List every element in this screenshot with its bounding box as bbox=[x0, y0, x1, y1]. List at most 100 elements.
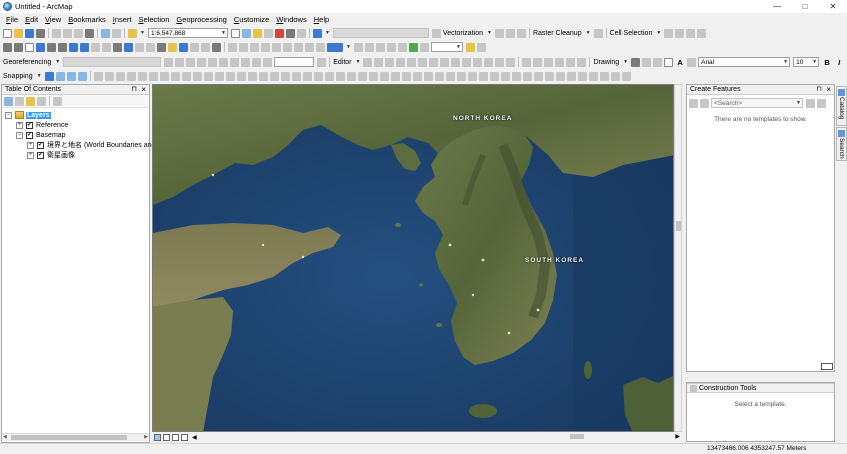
layer-tool-icon[interactable] bbox=[419, 42, 429, 52]
snapping-option-5-icon[interactable] bbox=[137, 71, 147, 81]
georef-tool-5-icon[interactable] bbox=[208, 57, 218, 67]
visibility-checkbox[interactable]: ✓ bbox=[26, 131, 33, 139]
expand-icon[interactable]: + bbox=[27, 151, 34, 159]
list-by-drawing-order-icon[interactable] bbox=[4, 96, 13, 106]
expand-icon[interactable]: + bbox=[16, 121, 23, 129]
undo-icon[interactable] bbox=[101, 28, 110, 38]
color-dropdown-icon[interactable]: ▼ bbox=[346, 44, 351, 50]
snapping-option-46-icon[interactable] bbox=[588, 71, 598, 81]
attributes-icon[interactable] bbox=[484, 57, 494, 67]
snapping-option-13-icon[interactable] bbox=[225, 71, 235, 81]
layers-label[interactable]: Layers bbox=[26, 111, 51, 119]
snapping-option-12-icon[interactable] bbox=[214, 71, 224, 81]
cell-wand-icon[interactable] bbox=[675, 28, 685, 38]
collapse-icon[interactable]: − bbox=[16, 131, 23, 139]
layer-label[interactable]: Basemap bbox=[36, 132, 66, 139]
cell-selection-menu[interactable]: Cell Selection bbox=[610, 30, 653, 37]
find-icon[interactable] bbox=[168, 42, 177, 52]
layout-view-button[interactable] bbox=[163, 433, 170, 441]
layout-tool-8-icon[interactable] bbox=[305, 42, 314, 52]
topology-tool-5-icon[interactable] bbox=[566, 57, 576, 67]
snapping-option-42-icon[interactable] bbox=[544, 71, 554, 81]
snapping-option-19-icon[interactable] bbox=[291, 71, 301, 81]
snapping-option-35-icon[interactable] bbox=[467, 71, 477, 81]
topology-tool-3-icon[interactable] bbox=[544, 57, 554, 67]
snapping-option-21-icon[interactable] bbox=[313, 71, 323, 81]
point-snapping-icon[interactable] bbox=[44, 71, 54, 81]
snapping-option-1-icon[interactable] bbox=[93, 71, 103, 81]
expand-icon[interactable]: + bbox=[27, 141, 34, 149]
tree-row-imagery[interactable]: + ✓ 衛星画像 bbox=[2, 150, 149, 160]
menu-view[interactable]: View bbox=[45, 15, 61, 24]
redo-icon[interactable] bbox=[112, 28, 121, 38]
find-route-icon[interactable] bbox=[179, 42, 188, 52]
add-data-icon[interactable] bbox=[128, 28, 137, 38]
straight-segment-icon[interactable] bbox=[385, 57, 395, 67]
map-view[interactable]: NORTH KOREA SOUTH KOREA bbox=[152, 84, 674, 432]
pan-icon[interactable] bbox=[25, 42, 34, 52]
rotate-element-icon[interactable] bbox=[642, 57, 652, 67]
snapping-option-41-icon[interactable] bbox=[533, 71, 543, 81]
vector-tool-icon[interactable] bbox=[494, 28, 504, 38]
snapping-option-23-icon[interactable] bbox=[335, 71, 345, 81]
scrollbar-thumb[interactable] bbox=[11, 435, 127, 440]
map-scale-combo[interactable]: 1:6,547,868 ▼ bbox=[147, 28, 228, 38]
editor-menu[interactable]: Editor bbox=[333, 59, 351, 66]
georef-tool-10-icon[interactable] bbox=[263, 57, 273, 67]
visibility-checkbox[interactable]: ✓ bbox=[37, 141, 44, 149]
vertex-snapping-icon[interactable] bbox=[66, 71, 76, 81]
identify-icon[interactable] bbox=[124, 42, 133, 52]
layout-tool-3-icon[interactable] bbox=[250, 42, 259, 52]
tree-row-reference[interactable]: + ✓ Reference bbox=[2, 120, 149, 130]
menu-insert[interactable]: Insert bbox=[113, 15, 132, 24]
tree-row-basemap[interactable]: − ✓ Basemap bbox=[2, 130, 149, 140]
cell-select-icon[interactable] bbox=[664, 28, 674, 38]
raster-cleanup-dropdown-icon[interactable]: ▼ bbox=[586, 30, 591, 36]
maximize-button[interactable]: □ bbox=[791, 0, 819, 13]
select-elements-arrow-icon[interactable] bbox=[631, 57, 641, 67]
map-vertical-scrollbar[interactable] bbox=[674, 84, 682, 432]
panel-options-icon[interactable] bbox=[821, 363, 833, 370]
visibility-checkbox[interactable]: ✓ bbox=[26, 121, 33, 129]
sketch-properties-icon[interactable] bbox=[495, 57, 505, 67]
toc-window-icon[interactable] bbox=[241, 28, 251, 38]
snapping-option-10-icon[interactable] bbox=[192, 71, 202, 81]
bold-button[interactable]: B bbox=[822, 58, 832, 67]
vectorization-menu[interactable]: Vectorization bbox=[443, 30, 483, 37]
layout-tool-5-icon[interactable] bbox=[272, 42, 281, 52]
snapping-option-8-icon[interactable] bbox=[170, 71, 180, 81]
forward-extent-icon[interactable] bbox=[80, 42, 89, 52]
snapping-dropdown-icon[interactable]: ▼ bbox=[37, 73, 42, 79]
layout-tool-9-icon[interactable] bbox=[316, 42, 325, 52]
snapping-menu[interactable]: Snapping bbox=[3, 73, 33, 80]
menu-help[interactable]: Help bbox=[314, 15, 329, 24]
end-point-arc-icon[interactable] bbox=[396, 57, 406, 67]
catalog-window-icon[interactable] bbox=[252, 28, 262, 38]
layer-label[interactable]: 衛星画像 bbox=[47, 150, 75, 160]
snapping-option-38-icon[interactable] bbox=[500, 71, 510, 81]
trace-icon[interactable] bbox=[407, 57, 417, 67]
snapping-option-25-icon[interactable] bbox=[357, 71, 367, 81]
snapping-option-14-icon[interactable] bbox=[236, 71, 246, 81]
fill-color-icon[interactable] bbox=[664, 57, 674, 67]
point-icon[interactable] bbox=[418, 57, 428, 67]
paste-icon[interactable] bbox=[74, 28, 83, 38]
toc-close-icon[interactable]: × bbox=[141, 85, 146, 95]
list-by-selection-icon[interactable] bbox=[37, 96, 46, 106]
snapping-option-47-icon[interactable] bbox=[599, 71, 609, 81]
font-size-combo[interactable]: 10 ▼ bbox=[793, 57, 820, 67]
snapping-option-43-icon[interactable] bbox=[555, 71, 565, 81]
georef-tool-6-icon[interactable] bbox=[219, 57, 229, 67]
spatial-tool-5-icon[interactable] bbox=[397, 42, 407, 52]
python-window-icon[interactable] bbox=[285, 28, 295, 38]
spatial-tool-2-icon[interactable] bbox=[364, 42, 374, 52]
scroll-left-icon[interactable]: ◀ bbox=[3, 434, 7, 441]
collapse-icon[interactable]: − bbox=[5, 111, 12, 119]
editor-toolbar-icon[interactable] bbox=[230, 28, 240, 38]
model-builder-icon[interactable] bbox=[296, 28, 306, 38]
target-layer-combo[interactable]: ▼ bbox=[430, 42, 463, 52]
menu-selection[interactable]: Selection bbox=[139, 15, 170, 24]
flag-options-icon[interactable] bbox=[476, 42, 486, 52]
layer-label[interactable]: Reference bbox=[36, 122, 68, 129]
hyperlink-icon[interactable] bbox=[135, 42, 144, 52]
